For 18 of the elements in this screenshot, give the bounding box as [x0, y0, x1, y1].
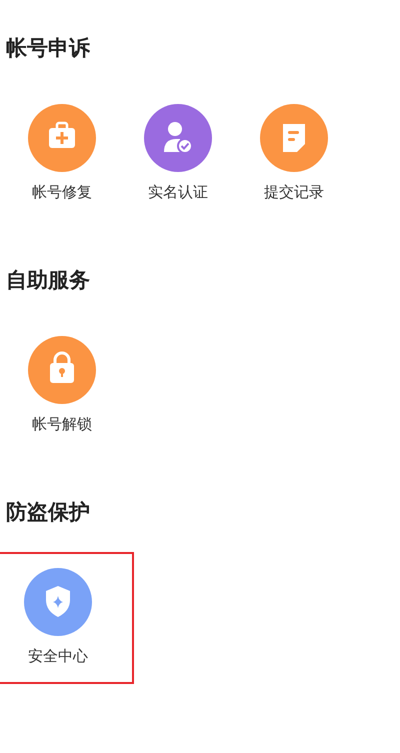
- medical-kit-icon: [49, 122, 75, 148]
- user-check-icon: [164, 122, 193, 154]
- item-label: 帐号修复: [32, 182, 92, 202]
- item-label: 帐号解锁: [32, 414, 92, 434]
- menu-item[interactable]: 提交记录: [236, 88, 352, 220]
- menu-item[interactable]: 帐号解锁: [4, 320, 120, 452]
- highlighted-menu-item[interactable]: 安全中心: [0, 552, 134, 684]
- menu-item[interactable]: 实名认证: [120, 88, 236, 220]
- lock-icon: [50, 352, 74, 383]
- note-icon: [283, 124, 305, 152]
- item-label: 安全中心: [28, 646, 88, 666]
- item-label: 提交记录: [264, 182, 324, 202]
- section-title: 自助服务: [5, 267, 91, 294]
- menu-item[interactable]: 帐号修复: [4, 88, 120, 220]
- section-title: 防盗保护: [5, 499, 91, 526]
- item-label: 实名认证: [148, 182, 208, 202]
- section-title: 帐号申诉: [5, 35, 91, 62]
- shield-icon: [46, 586, 70, 617]
